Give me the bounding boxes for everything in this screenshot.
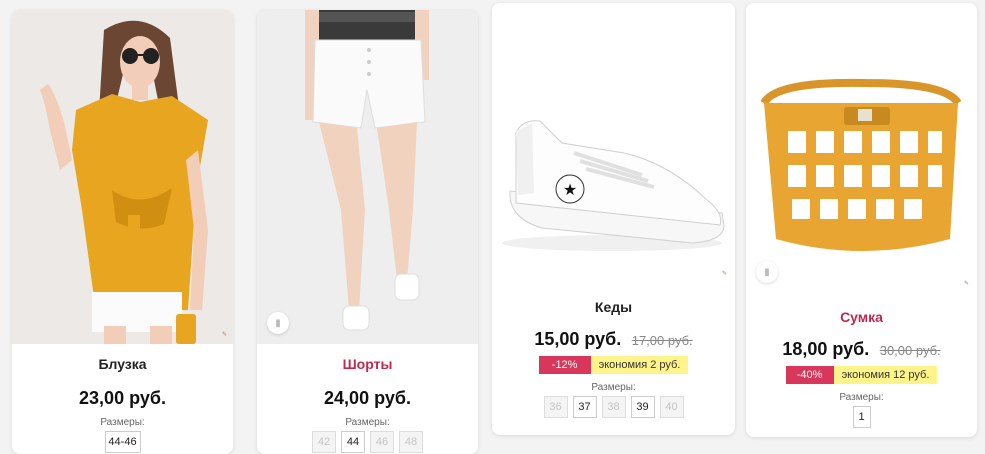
- sizes-label: Размеры:: [591, 382, 636, 393]
- product-card[interactable]: ✎ Блузка 23,00 руб. Размеры: 44-46: [12, 10, 233, 454]
- product-price: 15,00 руб.: [534, 329, 622, 349]
- brand-signature: ✎: [963, 281, 969, 287]
- product-name[interactable]: Блузка: [12, 356, 233, 372]
- size-option: 40: [659, 396, 684, 418]
- product-image-shorts[interactable]: ▮: [257, 10, 478, 344]
- product-old-price: 17,00 руб.: [631, 333, 693, 348]
- size-option: 42: [312, 431, 336, 453]
- brand-signature: ✎: [221, 332, 227, 338]
- product-name[interactable]: Шорты: [257, 356, 478, 372]
- product-price: 23,00 руб.: [79, 388, 166, 408]
- size-option[interactable]: 1: [852, 406, 871, 428]
- discount-badge: -40%: [785, 366, 834, 384]
- savings-badge: экономия 12 руб.: [833, 366, 938, 384]
- sizes-label: Размеры:: [345, 417, 390, 428]
- product-image-sneakers[interactable]: ★ ✎: [492, 3, 735, 283]
- size-option[interactable]: 37: [572, 396, 597, 418]
- product-old-price: 30,00 руб.: [879, 343, 941, 358]
- product-price: 18,00 руб.: [782, 339, 870, 359]
- size-selector: 36 37 38 39 40: [492, 396, 735, 418]
- discount-badges: -40% экономия 12 руб.: [746, 366, 977, 384]
- size-option: 36: [543, 396, 568, 418]
- size-option: 38: [601, 396, 626, 418]
- size-option[interactable]: 39: [630, 396, 655, 418]
- size-option[interactable]: 44-46: [104, 431, 141, 453]
- bookmark-icon: ▮: [275, 317, 281, 329]
- bookmark-button[interactable]: ▮: [756, 261, 778, 283]
- discount-badge: -12%: [538, 356, 591, 374]
- size-option: 46: [370, 431, 394, 453]
- bookmark-button[interactable]: ▮: [267, 312, 289, 334]
- size-option[interactable]: 44: [341, 431, 365, 453]
- product-name[interactable]: Сумка: [746, 309, 977, 325]
- product-name[interactable]: Кеды: [492, 299, 735, 315]
- brand-signature: ✎: [721, 271, 727, 277]
- bookmark-icon: ▮: [764, 266, 770, 278]
- product-image-bag[interactable]: ▮ ✎: [746, 3, 977, 293]
- product-card[interactable]: ▮ ✎ Сумка 18,00 руб. 30,00 руб. -40% эко…: [746, 3, 977, 437]
- product-price: 24,00 руб.: [324, 388, 411, 408]
- discount-badges: -12% экономия 2 руб.: [492, 356, 735, 374]
- product-image-blouse[interactable]: ✎: [12, 10, 233, 344]
- savings-badge: экономия 2 руб.: [590, 356, 689, 374]
- svg-text:★: ★: [563, 182, 577, 199]
- size-option: 48: [399, 431, 423, 453]
- size-selector: 42 44 46 48: [257, 431, 478, 453]
- sizes-label: Размеры:: [100, 417, 145, 428]
- size-selector: 44-46: [12, 431, 233, 453]
- size-selector: 1: [746, 406, 977, 428]
- product-card[interactable]: ▮ Шорты 24,00 руб. Размеры: 42 44 46 48: [257, 10, 478, 454]
- sizes-label: Размеры:: [839, 392, 884, 403]
- product-card[interactable]: ★ ✎ Кеды 15,00 руб. 17,00 руб. -12% экон…: [492, 3, 735, 435]
